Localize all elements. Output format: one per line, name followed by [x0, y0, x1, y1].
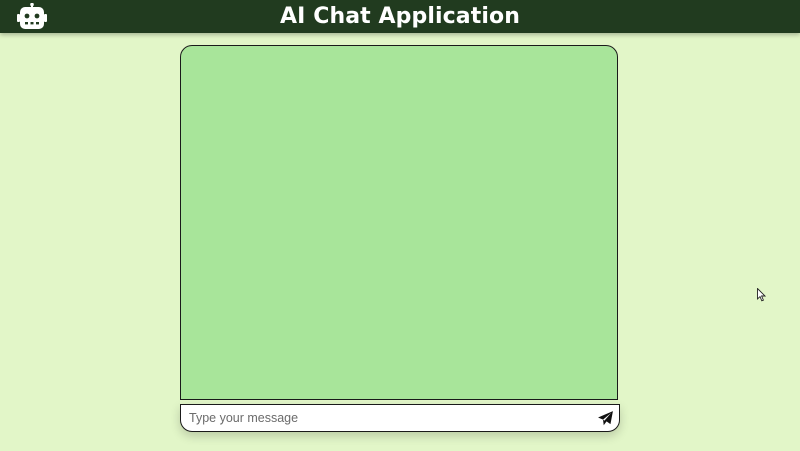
chat-messages-area[interactable] — [180, 45, 618, 400]
mouse-cursor-icon — [757, 287, 767, 302]
paper-plane-icon — [597, 410, 613, 425]
app-header: AI Chat Application — [0, 0, 800, 33]
message-input[interactable] — [189, 407, 589, 429]
message-composer — [180, 404, 620, 432]
send-button[interactable] — [595, 408, 615, 428]
page-title: AI Chat Application — [280, 4, 520, 29]
